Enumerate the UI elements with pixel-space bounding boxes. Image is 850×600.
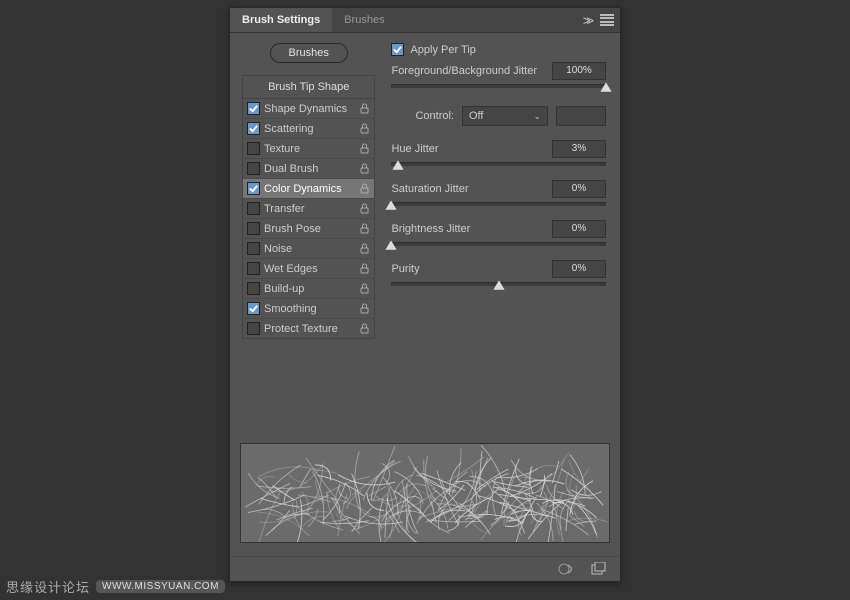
slider-thumb-icon[interactable] (600, 82, 612, 92)
hue-label: Hue Jitter (391, 143, 438, 155)
lock-icon[interactable] (358, 223, 370, 234)
option-checkbox[interactable] (247, 142, 260, 155)
option-checkbox[interactable] (247, 182, 260, 195)
new-brush-icon[interactable] (590, 562, 606, 576)
option-label: Transfer (260, 203, 358, 215)
option-checkbox[interactable] (247, 282, 260, 295)
option-checkbox[interactable] (247, 262, 260, 275)
option-row-protect-texture[interactable]: Protect Texture (243, 319, 374, 338)
option-row-smoothing[interactable]: Smoothing (243, 299, 374, 319)
lock-icon[interactable] (358, 143, 370, 154)
option-checkbox[interactable] (247, 222, 260, 235)
chevron-down-icon: ⌄ (533, 111, 541, 122)
option-checkbox[interactable] (247, 322, 260, 335)
brush-settings-panel: Brush Settings Brushes >> Brushes Brush … (229, 7, 621, 582)
option-label: Brush Pose (260, 223, 358, 235)
brush-tip-shape-item[interactable]: Brush Tip Shape (243, 76, 374, 99)
option-checkbox[interactable] (247, 102, 260, 115)
option-row-transfer[interactable]: Transfer (243, 199, 374, 219)
fgbg-value[interactable]: 100% (552, 62, 606, 80)
tab-brush-settings[interactable]: Brush Settings (230, 8, 332, 32)
purity-value[interactable]: 0% (552, 260, 606, 278)
brightness-field: Brightness Jitter 0% (391, 220, 606, 256)
panel-menu-icon[interactable] (600, 14, 614, 26)
option-row-brush-pose[interactable]: Brush Pose (243, 219, 374, 239)
saturation-value[interactable]: 0% (552, 180, 606, 198)
apply-per-tip-checkbox[interactable] (391, 43, 404, 56)
option-checkbox[interactable] (247, 162, 260, 175)
hue-field: Hue Jitter 3% (391, 140, 606, 176)
watermark-text: 思缘设计论坛 (6, 577, 90, 596)
lock-icon[interactable] (358, 203, 370, 214)
fgbg-label: Foreground/Background Jitter (391, 65, 537, 77)
option-row-shape-dynamics[interactable]: Shape Dynamics (243, 99, 374, 119)
option-checkbox[interactable] (247, 122, 260, 135)
option-label: Scattering (260, 123, 358, 135)
option-label: Dual Brush (260, 163, 358, 175)
option-row-color-dynamics[interactable]: Color Dynamics (243, 179, 374, 199)
control-select[interactable]: Off ⌄ (462, 106, 548, 126)
brushes-button[interactable]: Brushes (270, 43, 348, 63)
slider-thumb-icon[interactable] (385, 240, 397, 250)
option-label: Shape Dynamics (260, 103, 358, 115)
brightness-label: Brightness Jitter (391, 223, 470, 235)
option-checkbox[interactable] (247, 202, 260, 215)
lock-icon[interactable] (358, 163, 370, 174)
brightness-value[interactable]: 0% (552, 220, 606, 238)
collapse-icon[interactable]: >> (583, 13, 590, 28)
lock-icon[interactable] (358, 303, 370, 314)
purity-field: Purity 0% (391, 260, 606, 296)
saturation-slider[interactable] (391, 200, 606, 216)
brightness-slider[interactable] (391, 240, 606, 256)
lock-icon[interactable] (358, 183, 370, 194)
hue-value[interactable]: 3% (552, 140, 606, 158)
purity-slider[interactable] (391, 280, 606, 296)
saturation-label: Saturation Jitter (391, 183, 468, 195)
option-label: Smoothing (260, 303, 358, 315)
control-label: Control: (415, 110, 454, 122)
hue-slider[interactable] (391, 160, 606, 176)
lock-icon[interactable] (358, 263, 370, 274)
panel-footer (230, 556, 620, 581)
option-label: Texture (260, 143, 358, 155)
lock-icon[interactable] (358, 323, 370, 334)
option-row-wet-edges[interactable]: Wet Edges (243, 259, 374, 279)
brush-options-sidebar: Brushes Brush Tip Shape Shape Dynamics Sc… (230, 33, 383, 451)
brush-preview (240, 443, 610, 543)
option-row-texture[interactable]: Texture (243, 139, 374, 159)
option-label: Build-up (260, 283, 358, 295)
lock-icon[interactable] (358, 243, 370, 254)
tab-brushes[interactable]: Brushes (332, 8, 396, 32)
option-label: Color Dynamics (260, 183, 358, 195)
slider-thumb-icon[interactable] (392, 160, 404, 170)
slider-thumb-icon[interactable] (385, 200, 397, 210)
apply-per-tip-label: Apply Per Tip (410, 44, 475, 56)
control-extra-field[interactable] (556, 106, 606, 126)
color-dynamics-settings: Apply Per Tip Foreground/Background Jitt… (383, 33, 620, 451)
lock-icon[interactable] (358, 103, 370, 114)
control-value: Off (469, 110, 483, 122)
option-label: Protect Texture (260, 323, 358, 335)
option-row-build-up[interactable]: Build-up (243, 279, 374, 299)
option-checkbox[interactable] (247, 302, 260, 315)
fgbg-slider[interactable] (391, 82, 606, 98)
fgbg-field: Foreground/Background Jitter 100% (391, 62, 606, 98)
slider-thumb-icon[interactable] (493, 280, 505, 290)
option-checkbox[interactable] (247, 242, 260, 255)
option-label: Wet Edges (260, 263, 358, 275)
option-row-dual-brush[interactable]: Dual Brush (243, 159, 374, 179)
brush-option-list: Brush Tip Shape Shape Dynamics Scattering… (242, 75, 375, 339)
lock-icon[interactable] (358, 123, 370, 134)
toggle-preview-icon[interactable] (558, 562, 576, 576)
lock-icon[interactable] (358, 283, 370, 294)
watermark: 思缘设计论坛 WWW.MISSYUAN.COM (6, 577, 225, 596)
purity-label: Purity (391, 263, 419, 275)
watermark-url: WWW.MISSYUAN.COM (96, 580, 225, 593)
option-row-scattering[interactable]: Scattering (243, 119, 374, 139)
option-row-noise[interactable]: Noise (243, 239, 374, 259)
tab-bar: Brush Settings Brushes >> (230, 8, 620, 33)
saturation-field: Saturation Jitter 0% (391, 180, 606, 216)
option-label: Noise (260, 243, 358, 255)
